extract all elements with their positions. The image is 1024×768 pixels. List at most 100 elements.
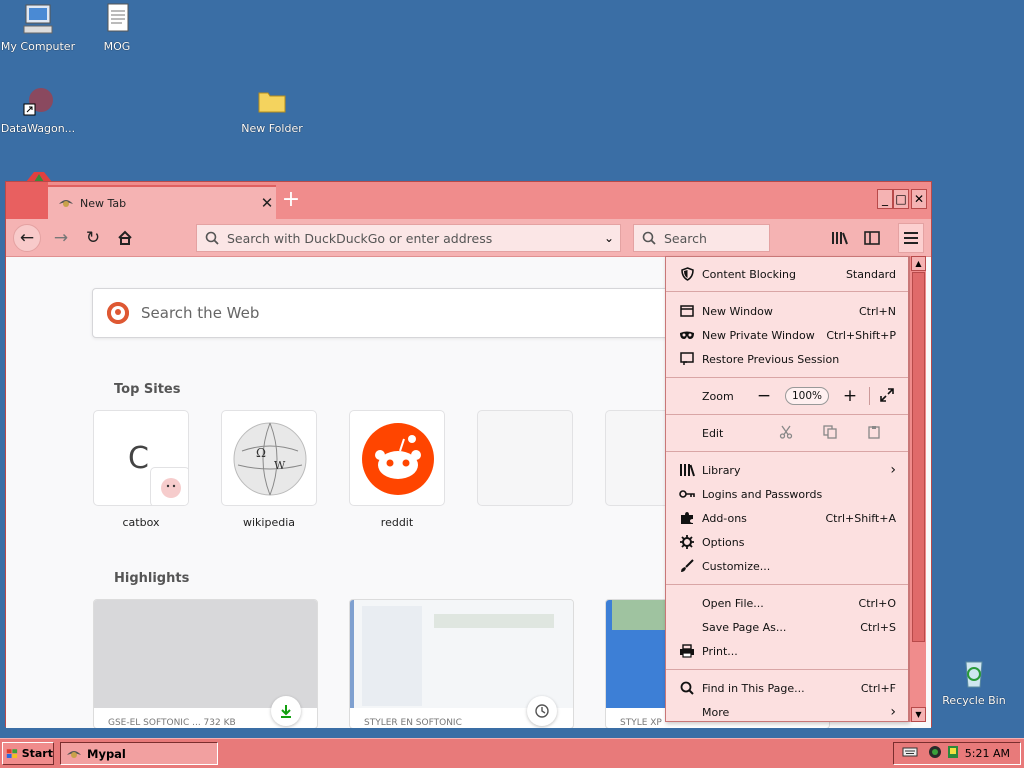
top-site-empty[interactable]	[477, 410, 573, 506]
menu-item-open-file[interactable]: Open File... Ctrl+O	[666, 591, 908, 615]
web-search-box[interactable]: Search the Web	[92, 288, 692, 338]
menu-item-label: More	[702, 705, 730, 719]
top-site-tile	[349, 410, 445, 506]
content-blocking-value: Standard	[845, 267, 896, 281]
highlight-thumbnail	[94, 600, 317, 708]
library-icon	[678, 462, 696, 478]
desktop-icon-label: My Computer	[0, 40, 76, 53]
zoom-controls: − 100% +	[753, 386, 896, 406]
folder-icon	[255, 84, 289, 118]
desktop-icon-new-folder[interactable]: New Folder	[232, 84, 312, 135]
menu-item-new-window[interactable]: New Window Ctrl+N	[666, 299, 908, 323]
highlight-card[interactable]: GSE-EL SOFTONIC ... 732 KB	[93, 599, 318, 728]
highlight-card[interactable]: STYLER EN SOFTONIC	[349, 599, 574, 728]
reload-button[interactable]: ↻	[79, 224, 107, 252]
maximize-button[interactable]: □	[893, 189, 909, 209]
menu-item-new-private-window[interactable]: New Private Window Ctrl+Shift+P	[666, 323, 908, 347]
url-placeholder: Search with DuckDuckGo or enter address	[227, 230, 493, 246]
start-button[interactable]: Start	[2, 742, 54, 765]
menu-separator	[666, 451, 908, 452]
tray-app-icon[interactable]	[946, 745, 960, 762]
taskbar-item-mypal[interactable]: Mypal	[60, 742, 218, 765]
fullscreen-button[interactable]	[878, 387, 896, 405]
menu-item-customize[interactable]: Customize...	[666, 554, 908, 578]
menu-item-find[interactable]: Find in This Page... Ctrl+F	[666, 676, 908, 700]
menu-item-shortcut: Ctrl+N	[858, 304, 896, 318]
menu-item-restore-session[interactable]: Restore Previous Session	[666, 347, 908, 371]
desktop-icon-mog[interactable]: MOG	[77, 2, 157, 53]
menu-separator	[666, 584, 908, 585]
top-site-tile: C	[93, 410, 189, 506]
mypal-favicon-icon	[58, 196, 74, 210]
top-site-wikipedia[interactable]: ΩW wikipedia	[221, 410, 317, 529]
library-button[interactable]	[826, 224, 854, 252]
top-site-reddit[interactable]: reddit	[349, 410, 445, 529]
tab-strip-start	[6, 182, 48, 219]
menu-item-print[interactable]: Print...	[666, 639, 908, 663]
menu-item-save-page[interactable]: Save Page As... Ctrl+S	[666, 615, 908, 639]
menu-item-options[interactable]: Options	[666, 530, 908, 554]
menu-item-more[interactable]: More ›	[666, 700, 908, 724]
chevron-down-icon[interactable]: ⌄	[598, 231, 620, 245]
web-search-placeholder: Search the Web	[141, 304, 260, 322]
recycle-bin-icon	[957, 656, 991, 690]
keyboard-icon[interactable]	[902, 746, 918, 761]
close-window-button[interactable]: ✕	[911, 189, 927, 209]
desktop-icon-datawagon[interactable]: DataWagon...	[0, 84, 78, 135]
sidebar-button[interactable]	[858, 224, 886, 252]
url-bar[interactable]: Search with DuckDuckGo or enter address …	[196, 224, 621, 252]
search-bar[interactable]: Search	[633, 224, 770, 252]
paintbrush-icon	[678, 558, 696, 574]
cut-button[interactable]	[764, 425, 808, 442]
menu-scrollbar[interactable]: ▲ ▼	[909, 256, 926, 722]
zoom-in-button[interactable]: +	[839, 386, 861, 406]
home-button[interactable]	[111, 224, 139, 252]
app-menu-button[interactable]	[898, 223, 924, 253]
start-label: Start	[21, 747, 53, 760]
zoom-reset-button[interactable]: 100%	[785, 387, 829, 405]
menu-item-content-blocking[interactable]: Content Blocking Standard	[666, 262, 908, 286]
menu-item-edit: Edit	[666, 421, 908, 445]
menu-separator	[666, 669, 908, 670]
copy-button[interactable]	[808, 424, 852, 442]
navigation-toolbar: ← → ↻ Search with DuckDuckGo or enter ad…	[6, 219, 931, 257]
menu-item-label: Edit	[702, 426, 724, 440]
system-tray: 5:21 AM	[893, 742, 1021, 765]
new-tab-button[interactable]: +	[280, 188, 302, 212]
desktop-icon-label: New Folder	[241, 122, 303, 135]
menu-item-label: Library	[702, 463, 741, 477]
top-site-catbox[interactable]: C catbox	[93, 410, 189, 529]
home-icon	[118, 230, 132, 245]
download-icon	[271, 696, 301, 726]
gear-icon	[678, 534, 696, 550]
menu-item-library[interactable]: Library ›	[666, 458, 908, 482]
scroll-down-arrow-icon[interactable]: ▼	[911, 707, 926, 722]
network-icon[interactable]	[928, 745, 944, 762]
scroll-up-arrow-icon[interactable]: ▲	[911, 256, 926, 271]
scrollbar-thumb[interactable]	[912, 272, 925, 642]
search-icon	[678, 680, 696, 696]
highlight-caption: STYLE XP	[620, 718, 662, 728]
menu-item-label: Logins and Passwords	[702, 487, 823, 501]
desktop-icon-my-computer[interactable]: My Computer	[0, 2, 78, 53]
menu-item-label: Save Page As...	[702, 620, 787, 634]
desktop-icon-label: Recycle Bin	[942, 694, 1006, 707]
top-site-name: catbox	[122, 516, 160, 529]
svg-text:Ω: Ω	[256, 446, 266, 460]
menu-item-addons[interactable]: Add-ons Ctrl+Shift+A	[666, 506, 908, 530]
back-button[interactable]: ←	[13, 224, 41, 252]
tab-new-tab[interactable]: New Tab ✕	[48, 185, 276, 219]
clipboard-icon	[868, 425, 880, 439]
zoom-out-button[interactable]: −	[753, 386, 775, 406]
minimize-button[interactable]: _	[877, 189, 893, 209]
chevron-right-icon: ›	[890, 462, 896, 478]
menu-item-label: Customize...	[702, 559, 771, 573]
desktop-icon-recycle-bin[interactable]: Recycle Bin	[934, 656, 1014, 707]
menu-item-label: Content Blocking	[702, 267, 797, 281]
paste-button[interactable]	[852, 425, 896, 442]
system-clock: 5:21 AM	[964, 747, 1010, 760]
forward-button[interactable]: →	[47, 224, 75, 252]
menu-item-logins[interactable]: Logins and Passwords	[666, 482, 908, 506]
highlights-title: Highlights	[114, 571, 190, 586]
tab-close-icon[interactable]: ✕	[258, 194, 276, 212]
